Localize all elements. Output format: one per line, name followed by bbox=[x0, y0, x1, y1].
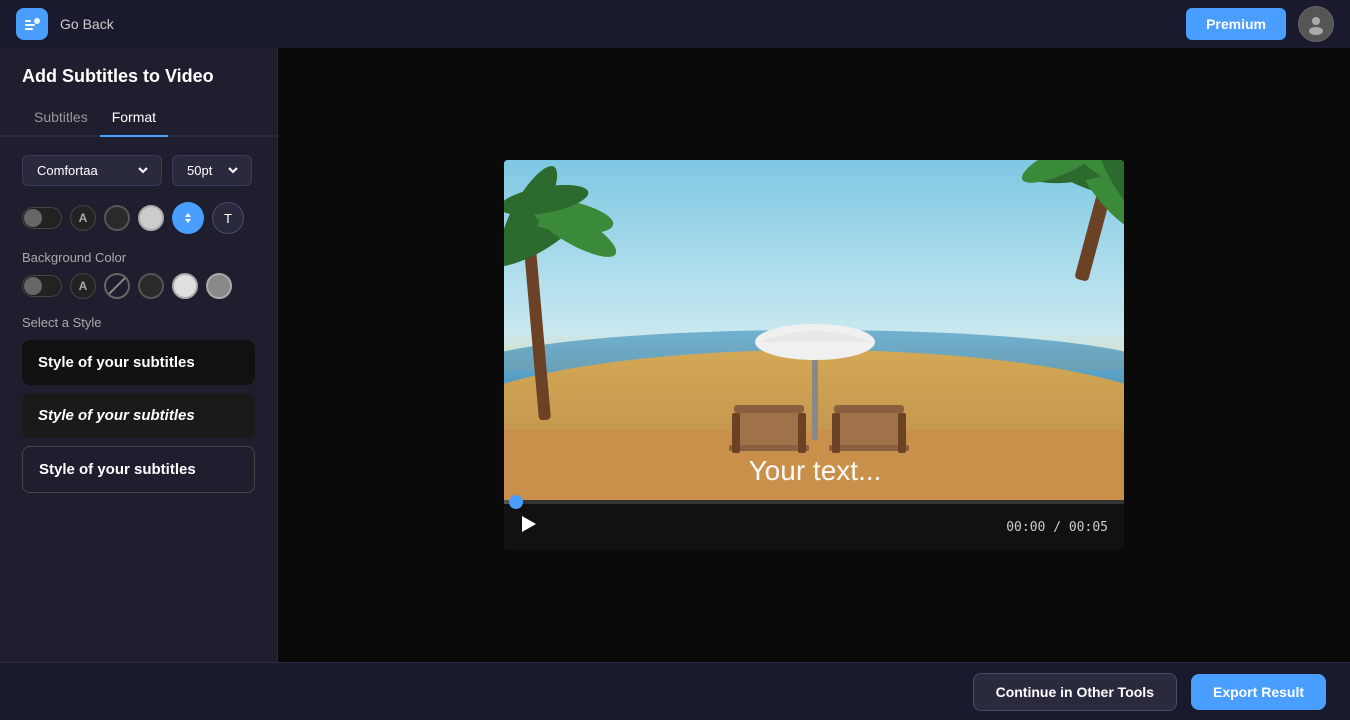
align-button[interactable] bbox=[172, 202, 204, 234]
premium-button[interactable]: Premium bbox=[1186, 8, 1286, 40]
export-button[interactable]: Export Result bbox=[1191, 674, 1326, 710]
video-frame: Your text... bbox=[504, 160, 1124, 500]
style-option-3[interactable]: Style of your subtitles bbox=[22, 446, 255, 493]
size-selector[interactable]: 50pt 40pt 60pt bbox=[172, 155, 252, 186]
go-back-button[interactable]: Go Back bbox=[60, 16, 114, 32]
sidebar-controls: Comfortaa Arial Roboto 50pt 40pt 60pt bbox=[0, 137, 277, 511]
total-time: 00:05 bbox=[1069, 520, 1108, 535]
time-display: 00:00 / 00:05 bbox=[1006, 520, 1108, 535]
background-color-label: Background Color bbox=[22, 250, 255, 265]
video-container: Your text... 00:00 / 00:05 bbox=[504, 160, 1124, 550]
bg-gray-circle[interactable] bbox=[206, 273, 232, 299]
footer: Continue in Other Tools Export Result bbox=[0, 662, 1350, 720]
bg-toggle-knob bbox=[24, 277, 42, 295]
text-color-toggle[interactable] bbox=[22, 207, 62, 229]
progress-dot bbox=[509, 495, 523, 509]
color-dark-circle[interactable] bbox=[104, 205, 130, 231]
size-dropdown[interactable]: 50pt 40pt 60pt bbox=[183, 162, 241, 179]
background-color-section: Background Color A bbox=[22, 250, 255, 299]
tab-format[interactable]: Format bbox=[100, 99, 168, 137]
style-section: Select a Style Style of your subtitles S… bbox=[22, 315, 255, 493]
style-option-1[interactable]: Style of your subtitles bbox=[22, 340, 255, 385]
current-time: 00:00 bbox=[1006, 520, 1045, 535]
tab-subtitles[interactable]: Subtitles bbox=[22, 99, 100, 137]
play-button[interactable] bbox=[520, 514, 538, 540]
app-logo bbox=[16, 8, 48, 40]
progress-bar[interactable] bbox=[504, 500, 1124, 504]
text-format-button[interactable]: T bbox=[212, 202, 244, 234]
sidebar: Add Subtitles to Video Subtitles Format … bbox=[0, 48, 278, 662]
bg-letter-badge[interactable]: A bbox=[70, 273, 96, 299]
bg-color-toggle[interactable] bbox=[22, 275, 62, 297]
color-light-circle[interactable] bbox=[138, 205, 164, 231]
header: Go Back Premium bbox=[0, 0, 1350, 48]
style-option-2[interactable]: Style of your subtitles bbox=[22, 393, 255, 438]
font-dropdown[interactable]: Comfortaa Arial Roboto bbox=[33, 162, 151, 179]
beach-scene-svg: Your text... bbox=[504, 160, 1124, 500]
text-style-row: A T bbox=[22, 202, 255, 234]
font-selector[interactable]: Comfortaa Arial Roboto bbox=[22, 155, 162, 186]
continue-button[interactable]: Continue in Other Tools bbox=[973, 673, 1177, 711]
style-section-label: Select a Style bbox=[22, 315, 255, 330]
no-color-circle[interactable] bbox=[104, 273, 130, 299]
page-title: Add Subtitles to Video bbox=[0, 48, 277, 99]
avatar[interactable] bbox=[1298, 6, 1334, 42]
toggle-knob bbox=[24, 209, 42, 227]
main-content: Add Subtitles to Video Subtitles Format … bbox=[0, 48, 1350, 662]
header-left: Go Back bbox=[16, 8, 114, 40]
video-area: Your text... 00:00 / 00:05 bbox=[278, 48, 1350, 662]
bg-dark-circle[interactable] bbox=[138, 273, 164, 299]
time-separator: / bbox=[1053, 520, 1069, 535]
font-size-row: Comfortaa Arial Roboto 50pt 40pt 60pt bbox=[22, 155, 255, 186]
video-controls: 00:00 / 00:05 bbox=[504, 504, 1124, 550]
style-options-list: Style of your subtitles Style of your su… bbox=[22, 340, 255, 493]
svg-text:Your text...: Your text... bbox=[749, 455, 882, 486]
text-letter-badge[interactable]: A bbox=[70, 205, 96, 231]
background-color-row: A bbox=[22, 273, 255, 299]
bg-white-circle[interactable] bbox=[172, 273, 198, 299]
tabs-container: Subtitles Format bbox=[0, 99, 277, 137]
